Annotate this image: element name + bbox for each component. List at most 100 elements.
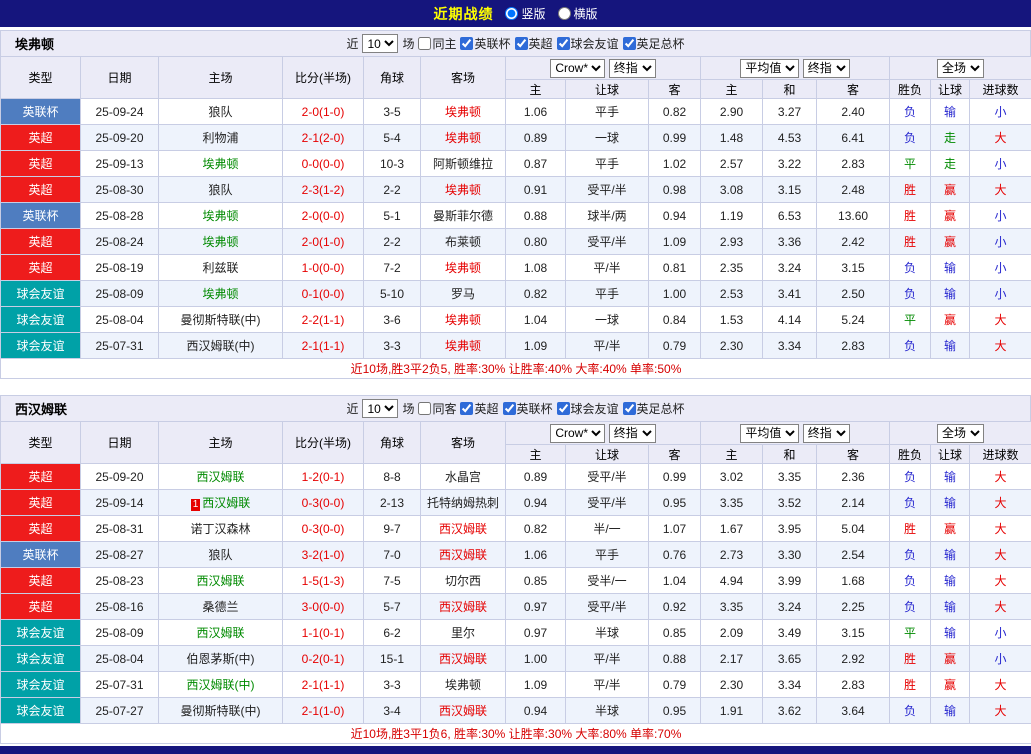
layout-option-horizontal[interactable]: 横版 (558, 5, 598, 22)
home-team[interactable]: 埃弗顿 (159, 151, 283, 177)
away-team[interactable]: 水晶宫 (421, 464, 506, 490)
league-filter-0[interactable]: 英联杯 (460, 35, 510, 52)
same-venue-filter[interactable]: 同客 (418, 400, 456, 417)
away-team[interactable]: 切尔西 (421, 568, 506, 594)
away-team[interactable]: 罗马 (421, 281, 506, 307)
away-team[interactable]: 埃弗顿 (421, 307, 506, 333)
league-type[interactable]: 英超 (1, 151, 81, 177)
score[interactable]: 2-3(1-2) (283, 177, 364, 203)
euro-stage-select[interactable]: 终指 (803, 424, 850, 443)
league-type[interactable]: 球会友谊 (1, 698, 81, 724)
home-team[interactable]: 狼队 (159, 177, 283, 203)
league-filter-2[interactable]: 球会友谊 (557, 400, 619, 417)
league-type[interactable]: 球会友谊 (1, 620, 81, 646)
match-count-select[interactable]: 10 (362, 399, 398, 418)
score[interactable]: 1-5(1-3) (283, 568, 364, 594)
scope-select[interactable]: 全场 (937, 424, 984, 443)
league-type[interactable]: 英超 (1, 516, 81, 542)
league-type[interactable]: 英超 (1, 594, 81, 620)
asian-stage-select[interactable]: 终指 (609, 424, 656, 443)
league-type[interactable]: 球会友谊 (1, 281, 81, 307)
home-team[interactable]: 曼彻斯特联(中) (159, 307, 283, 333)
away-team[interactable]: 阿斯顿维拉 (421, 151, 506, 177)
league-filter-1[interactable]: 英联杯 (503, 400, 553, 417)
home-team[interactable]: 1西汉姆联 (159, 490, 283, 516)
same-venue-checkbox[interactable] (418, 37, 431, 50)
home-team[interactable]: 西汉姆联 (159, 568, 283, 594)
league-checkbox[interactable] (460, 37, 473, 50)
away-team[interactable]: 托特纳姆热刺 (421, 490, 506, 516)
home-team[interactable]: 桑德兰 (159, 594, 283, 620)
league-type[interactable]: 球会友谊 (1, 307, 81, 333)
score[interactable]: 2-1(1-0) (283, 698, 364, 724)
league-checkbox[interactable] (460, 402, 473, 415)
league-filter-2[interactable]: 球会友谊 (557, 35, 619, 52)
home-team[interactable]: 伯恩茅斯(中) (159, 646, 283, 672)
euro-stage-select[interactable]: 终指 (803, 59, 850, 78)
score[interactable]: 2-1(1-1) (283, 333, 364, 359)
score[interactable]: 3-0(0-0) (283, 594, 364, 620)
home-team[interactable]: 曼彻斯特联(中) (159, 698, 283, 724)
home-team[interactable]: 利物浦 (159, 125, 283, 151)
away-team[interactable]: 西汉姆联 (421, 594, 506, 620)
league-type[interactable]: 球会友谊 (1, 646, 81, 672)
away-team[interactable]: 埃弗顿 (421, 333, 506, 359)
home-team[interactable]: 西汉姆联 (159, 464, 283, 490)
euro-company-select[interactable]: 平均值 (740, 424, 799, 443)
layout-option-vertical[interactable]: 竖版 (505, 5, 545, 22)
score[interactable]: 0-2(0-1) (283, 646, 364, 672)
league-checkbox[interactable] (623, 37, 636, 50)
home-team[interactable]: 西汉姆联 (159, 620, 283, 646)
league-checkbox[interactable] (503, 402, 516, 415)
score[interactable]: 2-1(1-1) (283, 672, 364, 698)
score[interactable]: 2-0(0-0) (283, 203, 364, 229)
euro-company-select[interactable]: 平均值 (740, 59, 799, 78)
away-team[interactable]: 埃弗顿 (421, 177, 506, 203)
home-team[interactable]: 埃弗顿 (159, 281, 283, 307)
home-team[interactable]: 利兹联 (159, 255, 283, 281)
home-team[interactable]: 狼队 (159, 542, 283, 568)
asian-company-select[interactable]: Crow* (550, 59, 605, 78)
league-type[interactable]: 英超 (1, 464, 81, 490)
away-team[interactable]: 布莱顿 (421, 229, 506, 255)
score[interactable]: 1-1(0-1) (283, 620, 364, 646)
same-venue-filter[interactable]: 同主 (418, 35, 456, 52)
home-team[interactable]: 狼队 (159, 99, 283, 125)
league-type[interactable]: 英联杯 (1, 542, 81, 568)
home-team[interactable]: 埃弗顿 (159, 229, 283, 255)
score[interactable]: 2-1(2-0) (283, 125, 364, 151)
away-team[interactable]: 埃弗顿 (421, 672, 506, 698)
league-type[interactable]: 英超 (1, 229, 81, 255)
home-team[interactable]: 埃弗顿 (159, 203, 283, 229)
score[interactable]: 3-2(1-0) (283, 542, 364, 568)
away-team[interactable]: 西汉姆联 (421, 646, 506, 672)
away-team[interactable]: 埃弗顿 (421, 125, 506, 151)
scope-select[interactable]: 全场 (937, 59, 984, 78)
league-type[interactable]: 英联杯 (1, 99, 81, 125)
score[interactable]: 0-3(0-0) (283, 490, 364, 516)
league-type[interactable]: 英超 (1, 255, 81, 281)
league-type[interactable]: 球会友谊 (1, 333, 81, 359)
asian-stage-select[interactable]: 终指 (609, 59, 656, 78)
match-count-select[interactable]: 10 (362, 34, 398, 53)
horizontal-radio[interactable] (558, 7, 571, 20)
league-filter-1[interactable]: 英超 (515, 35, 553, 52)
away-team[interactable]: 埃弗顿 (421, 255, 506, 281)
league-checkbox[interactable] (515, 37, 528, 50)
score[interactable]: 2-0(1-0) (283, 99, 364, 125)
league-type[interactable]: 英超 (1, 125, 81, 151)
league-type[interactable]: 英超 (1, 177, 81, 203)
away-team[interactable]: 西汉姆联 (421, 542, 506, 568)
league-filter-3[interactable]: 英足总杯 (623, 400, 685, 417)
home-team[interactable]: 西汉姆联(中) (159, 333, 283, 359)
league-type[interactable]: 球会友谊 (1, 672, 81, 698)
same-venue-checkbox[interactable] (418, 402, 431, 415)
away-team[interactable]: 西汉姆联 (421, 516, 506, 542)
score[interactable]: 1-2(0-1) (283, 464, 364, 490)
away-team[interactable]: 埃弗顿 (421, 99, 506, 125)
league-type[interactable]: 英联杯 (1, 203, 81, 229)
home-team[interactable]: 诺丁汉森林 (159, 516, 283, 542)
league-type[interactable]: 英超 (1, 490, 81, 516)
vertical-radio[interactable] (505, 7, 518, 20)
score[interactable]: 1-0(0-0) (283, 255, 364, 281)
